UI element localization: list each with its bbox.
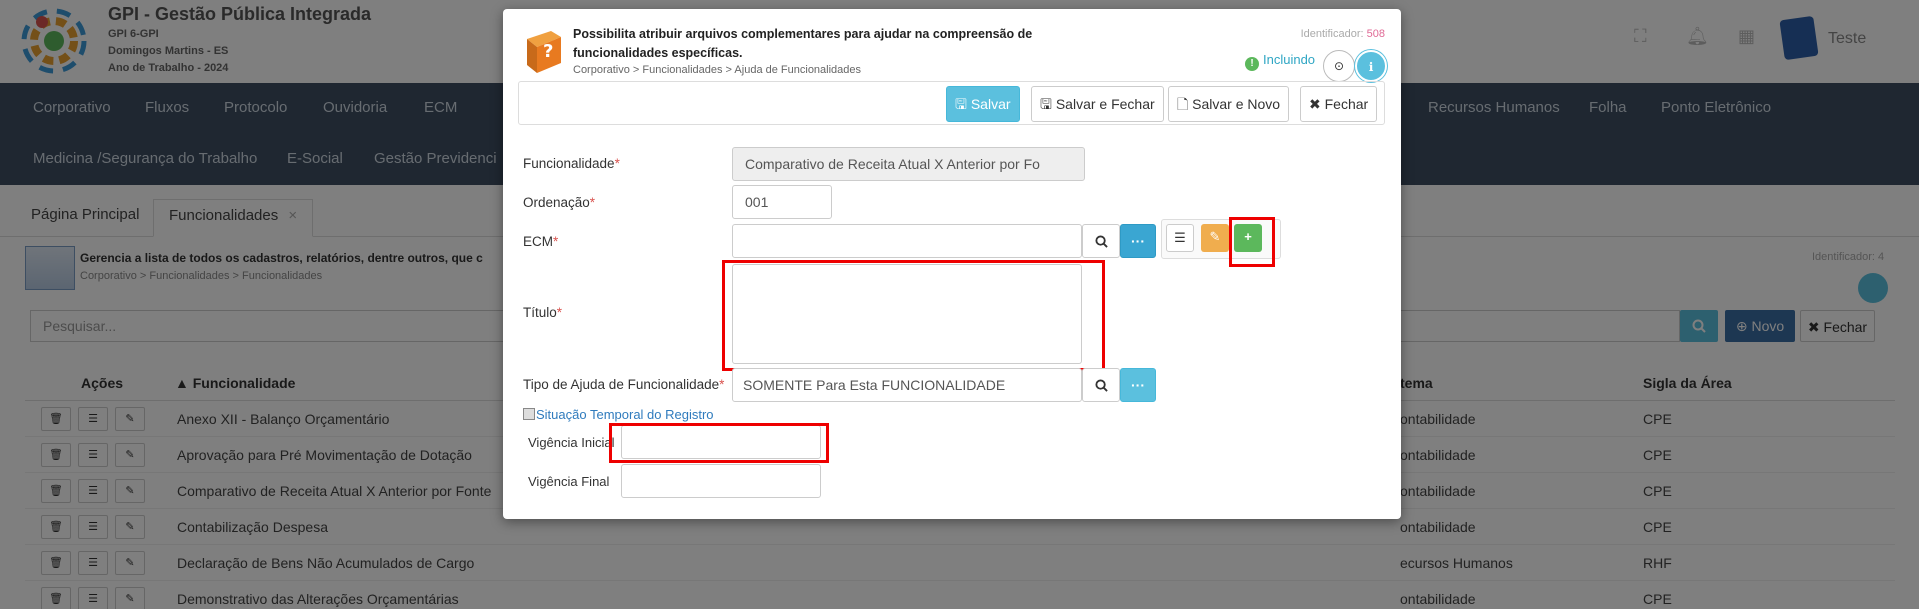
situacao-temporal-toggle[interactable]: Situação Temporal do Registro [523,407,714,422]
status-badge: ! Incluindo [1245,52,1315,71]
ordenacao-label: Ordenação* [523,195,595,210]
salvar-novo-button[interactable]: 🗋︎ Salvar e Novo [1168,86,1290,122]
salvar-button[interactable]: 🖫︎ Salvar [946,86,1020,122]
tipo-ajuda-label: Tipo de Ajuda de Funcionalidade* [523,377,724,392]
modal-description: Possibilita atribuir arquivos complement… [573,27,1033,60]
vigencia-final-field[interactable] [621,464,821,498]
funcionalidade-field[interactable]: Comparativo de Receita Atual X Anterior … [732,147,1085,181]
titulo-label: Título* [523,305,562,320]
required-mark: * [719,377,725,392]
collapse-icon [523,408,535,420]
titulo-label-text: Título [523,305,557,320]
info-icon[interactable]: ℹ [1355,50,1387,82]
required-mark: * [589,195,596,210]
ellipsis-icon[interactable]: ··· [1120,368,1156,402]
tipo-ajuda-search-button[interactable] [1082,368,1120,402]
help-book-icon: ? [527,31,561,73]
ellipsis-icon[interactable]: ··· [1120,224,1156,258]
vigencia-final-label: Vigência Final [528,474,610,489]
svg-text:?: ? [543,41,553,62]
required-mark: * [553,234,559,249]
salvar-label: Salvar [970,96,1011,112]
identifier-label: Identificador: [1300,28,1364,40]
ecm-label: ECM* [523,234,558,249]
pencil-icon[interactable]: ✎ [1201,224,1229,252]
ajuda-funcionalidade-modal: ? Possibilita atribuir arquivos compleme… [503,9,1401,519]
ordenacao-field[interactable]: 001 [732,185,832,219]
vigencia-inicial-label: Vigência Inicial [528,435,615,450]
funcionalidade-label: Funcionalidade* [523,156,620,171]
fechar-label: Fechar [1324,96,1369,112]
search-icon [1094,235,1108,248]
required-mark: * [614,156,620,171]
salvar-fechar-label: Salvar e Fechar [1055,96,1155,112]
required-mark: * [556,305,563,320]
search-icon [1094,379,1108,392]
salvar-novo-label: Salvar e Novo [1192,96,1281,112]
tipo-ajuda-label-text: Tipo de Ajuda de Funcionalidade [523,377,720,392]
ecm-search-button[interactable] [1082,224,1120,258]
salvar-fechar-button[interactable]: 🖫︎ Salvar e Fechar [1031,86,1164,122]
ordenacao-label-text: Ordenação [523,195,590,210]
modal-toolbar: 🖫︎ Salvar 🖫︎ Salvar e Fechar 🗋︎ Salvar e… [518,81,1385,125]
modal-identifier: Identificador: 508 [1301,28,1385,40]
ecm-label-text: ECM [523,234,553,249]
history-button[interactable]: ⊙ [1323,50,1355,82]
tipo-ajuda-field[interactable]: SOMENTE Para Esta FUNCIONALIDADE [732,368,1082,402]
list-icon[interactable]: ☰ [1166,224,1194,252]
status-label: Incluindo [1263,52,1316,67]
ecm-field[interactable] [732,224,1082,258]
highlight-titulo [722,260,1105,371]
section-label: Situação Temporal do Registro [536,407,714,422]
fechar-button[interactable]: ✖ Fechar [1300,86,1378,122]
identifier-value: 508 [1366,28,1385,40]
funcionalidade-label-text: Funcionalidade [523,156,615,171]
highlight-vigencia-inicial [609,423,829,463]
highlight-add-ecm [1229,217,1275,267]
modal-breadcrumb: Corporativo > Funcionalidades > Ajuda de… [573,64,862,76]
exclamation-icon: ! [1245,57,1259,71]
